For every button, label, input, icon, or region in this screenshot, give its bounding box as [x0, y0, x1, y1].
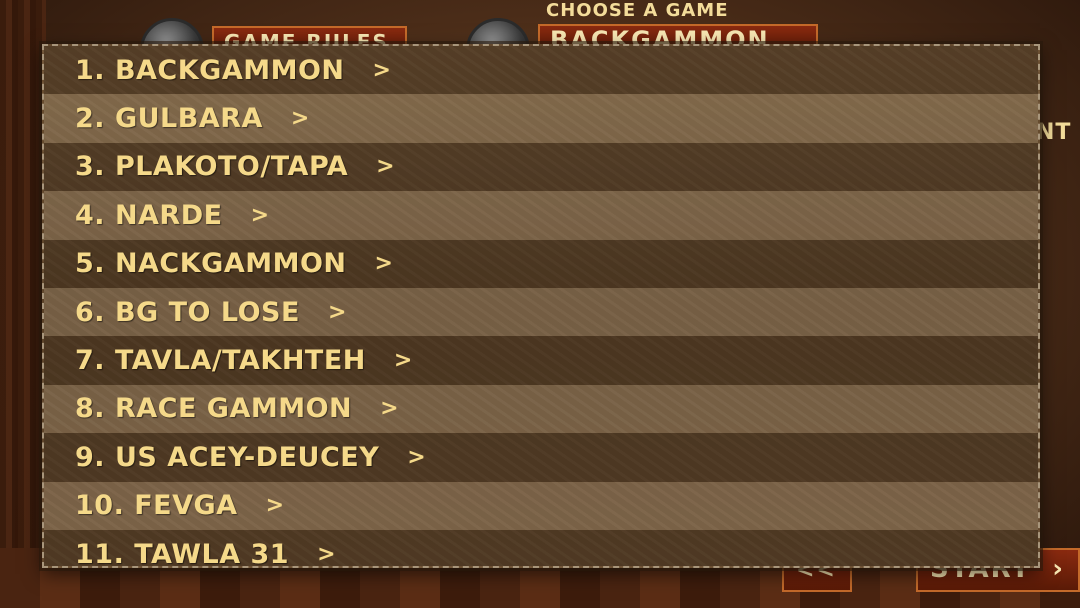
- game-option-label: 8. RACE GAMMON: [75, 393, 353, 425]
- game-option-race-gammon[interactable]: 8. RACE GAMMON >: [44, 384, 1038, 434]
- arrow-right-icon: >: [380, 396, 399, 422]
- game-option-backgammon[interactable]: 1. BACKGAMMON >: [44, 46, 1038, 95]
- game-option-label: 6. BG TO LOSE: [75, 296, 300, 328]
- arrow-right-icon: >: [290, 106, 310, 132]
- arrow-right-icon: >: [372, 57, 391, 83]
- arrow-right-icon: >: [376, 154, 395, 180]
- arrow-right-icon: >: [374, 251, 393, 277]
- chevron-right-icon: ›: [1052, 554, 1065, 584]
- game-option-bg-to-lose[interactable]: 6. BG TO LOSE >: [44, 287, 1038, 337]
- arrow-right-icon: >: [327, 299, 347, 325]
- wood-frame-left: [0, 0, 46, 608]
- arrow-right-icon: >: [317, 541, 336, 567]
- arrow-right-icon: >: [407, 444, 426, 470]
- choose-game-label: CHOOSE A GAME: [546, 0, 729, 21]
- game-option-label: 11. TAWLA 31: [75, 538, 290, 568]
- arrow-right-icon: >: [393, 348, 413, 374]
- game-option-label: 4. NARDE: [75, 199, 223, 231]
- game-option-label: 1. BACKGAMMON: [75, 54, 345, 86]
- game-option-label: 2. GULBARA: [75, 103, 263, 135]
- game-option-fevga[interactable]: 10. FEVGA >: [44, 481, 1038, 530]
- arrow-right-icon: >: [250, 202, 270, 228]
- game-list: 1. BACKGAMMON > 2. GULBARA > 3. PLAKOTO/…: [44, 46, 1038, 568]
- game-option-plakoto-tapa[interactable]: 3. PLAKOTO/TAPA >: [44, 142, 1038, 192]
- game-option-nackgammon[interactable]: 5. NACKGAMMON >: [44, 239, 1038, 288]
- game-option-us-acey-deucey[interactable]: 9. US ACEY-DEUCEY >: [44, 433, 1038, 482]
- game-option-label: 10. FEVGA: [75, 490, 238, 522]
- game-option-tavla-takhteh[interactable]: 7. TAVLA/TAKHTEH >: [44, 336, 1038, 385]
- game-option-narde[interactable]: 4. NARDE >: [44, 191, 1038, 240]
- game-option-label: 5. NACKGAMMON: [75, 248, 347, 280]
- game-option-tawla-31[interactable]: 11. TAWLA 31 >: [44, 529, 1038, 568]
- game-option-label: 7. TAVLA/TAKHTEH: [75, 345, 366, 377]
- game-list-panel: 1. BACKGAMMON > 2. GULBARA > 3. PLAKOTO/…: [42, 44, 1040, 568]
- game-option-label: 3. PLAKOTO/TAPA: [75, 151, 349, 183]
- game-screen: GAME RULES CHOOSE A GAME BACKGAMMON NT <…: [0, 0, 1080, 608]
- game-option-gulbara[interactable]: 2. GULBARA >: [44, 94, 1038, 143]
- game-option-label: 9. US ACEY-DEUCEY: [75, 441, 380, 473]
- arrow-right-icon: >: [265, 493, 285, 519]
- top-bar: GAME RULES CHOOSE A GAME BACKGAMMON: [0, 0, 1080, 82]
- partial-option-label: NT: [1036, 120, 1072, 145]
